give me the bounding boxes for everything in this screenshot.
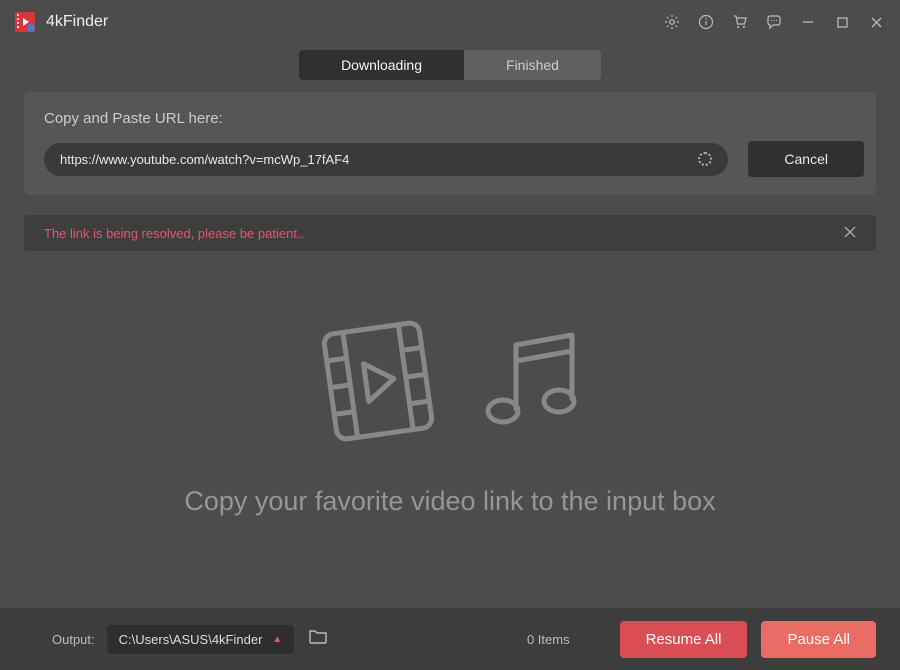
empty-hint-text: Copy your favorite video link to the inp… [184, 486, 715, 517]
close-icon[interactable] [868, 14, 884, 30]
titlebar-controls [664, 14, 884, 30]
app-title: 4kFinder [46, 13, 108, 31]
tab-downloading[interactable]: Downloading [299, 50, 464, 80]
maximize-icon[interactable] [834, 14, 850, 30]
open-folder-button[interactable] [308, 628, 328, 651]
tabs-row: Downloading Finished [0, 44, 900, 92]
url-row: Cancel [44, 141, 864, 177]
main-content: Copy and Paste URL here: Cancel The link… [0, 92, 900, 581]
gear-icon[interactable] [664, 14, 680, 30]
music-note-icon [472, 321, 592, 441]
items-count: 0 Items [527, 632, 570, 647]
output-label: Output: [52, 632, 95, 647]
url-panel: Copy and Paste URL here: Cancel [24, 92, 876, 195]
url-input-wrap [44, 143, 728, 176]
cancel-button[interactable]: Cancel [748, 141, 864, 177]
tabs-container: Downloading Finished [299, 50, 601, 80]
url-label: Copy and Paste URL here: [44, 110, 864, 127]
output-path-text: C:\Users\ASUS\4kFinder [119, 632, 263, 647]
empty-state: Copy your favorite video link to the inp… [24, 251, 876, 581]
chat-icon[interactable] [766, 14, 782, 30]
status-close-icon[interactable] [844, 225, 856, 241]
tab-finished[interactable]: Finished [464, 50, 601, 80]
app-logo [14, 11, 36, 33]
caret-up-icon: ▲ [272, 634, 282, 645]
minimize-icon[interactable] [800, 14, 816, 30]
status-message: The link is being resolved, please be pa… [44, 226, 304, 241]
info-icon[interactable] [698, 14, 714, 30]
status-bar: The link is being resolved, please be pa… [24, 215, 876, 251]
resume-all-button[interactable]: Resume All [620, 621, 748, 658]
footer: Output: C:\Users\ASUS\4kFinder ▲ 0 Items… [0, 608, 900, 670]
empty-illustration [308, 316, 592, 446]
loading-spinner-icon [698, 152, 712, 166]
url-input[interactable] [60, 152, 690, 167]
film-icon [308, 316, 448, 446]
pause-all-button[interactable]: Pause All [761, 621, 876, 658]
output-path-selector[interactable]: C:\Users\ASUS\4kFinder ▲ [107, 625, 295, 654]
cart-icon[interactable] [732, 14, 748, 30]
titlebar: 4kFinder [0, 0, 900, 44]
